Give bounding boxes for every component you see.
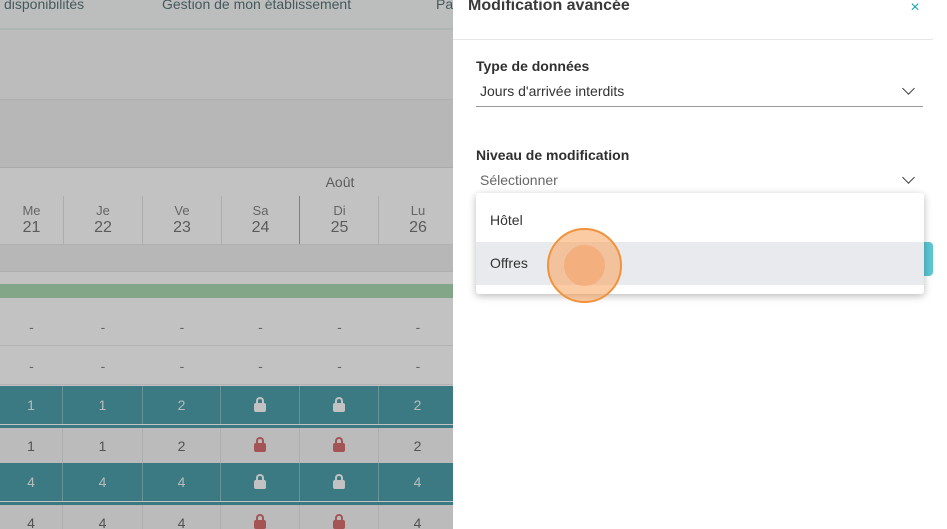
modification-level-label: Niveau de modification — [476, 147, 630, 163]
data-type-label: Type de données — [476, 58, 590, 74]
data-type-select[interactable]: Jours d'arrivée interdits — [476, 79, 923, 107]
modification-level-select[interactable]: Sélectionner — [476, 168, 923, 196]
panel-divider — [453, 39, 933, 40]
option-hotel[interactable]: Hôtel — [476, 199, 924, 242]
data-type-value: Jours d'arrivée interdits — [480, 83, 625, 99]
option-offres[interactable]: Offres — [476, 242, 924, 285]
close-icon[interactable]: × — [905, 0, 925, 18]
panel-title: Modification avancée — [468, 0, 630, 14]
chevron-down-icon — [902, 171, 915, 184]
modal-overlay[interactable] — [0, 0, 453, 529]
modification-level-placeholder: Sélectionner — [480, 172, 558, 188]
calendar-background: disponibilités Gestion de mon établissem… — [0, 0, 453, 529]
modification-level-dropdown: Hôtel Offres — [476, 193, 924, 294]
chevron-down-icon — [902, 82, 915, 95]
advanced-edit-panel: Modification avancée × Type de données J… — [453, 0, 947, 529]
hidden-button-edge[interactable] — [923, 242, 933, 276]
